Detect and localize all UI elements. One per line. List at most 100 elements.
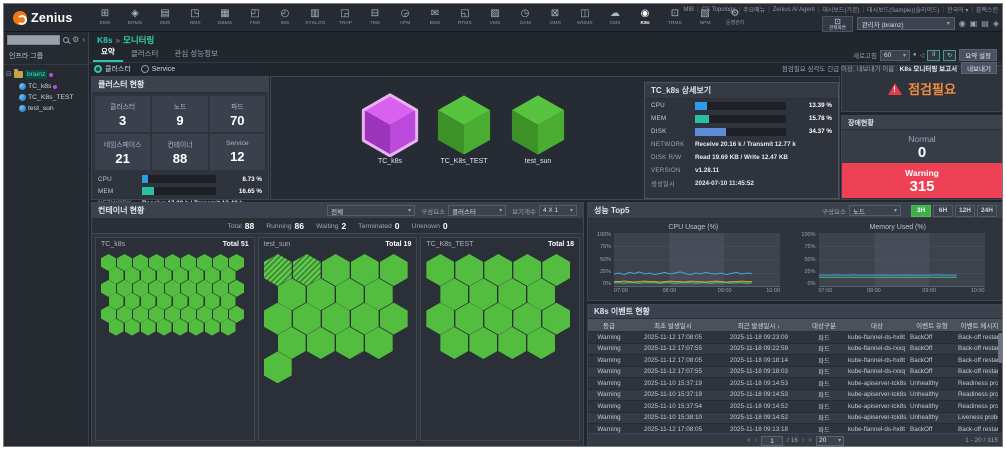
page-size-select[interactable]: 20 ▾ — [816, 436, 844, 446]
column-header-이벤트 유형[interactable]: 이벤트 유형 — [908, 320, 956, 330]
table-row[interactable]: Warning2025-11-10 15:37:192025-11-18 09:… — [588, 390, 1003, 402]
menu-item-tms[interactable]: ⊟TMS — [360, 8, 390, 27]
topbar-link[interactable]: Zenius AI Agent — [772, 7, 816, 13]
user-select[interactable]: 관리자 (brainz) ▾ — [857, 17, 955, 30]
page-input[interactable]: 1 — [761, 436, 783, 446]
container-group-test_sun: test_sunTotal 19 — [258, 237, 418, 441]
menu-item-syslog[interactable]: ▥SYSLOG — [300, 8, 330, 27]
table-row[interactable]: Warning2025-11-12 17:07:552025-11-18 09:… — [588, 344, 1003, 356]
fault-warning[interactable]: Warning 315 — [842, 163, 1002, 198]
menu-item-vms[interactable]: ▨VMS — [480, 8, 510, 27]
table-row[interactable]: Warning2025-11-12 17:08:052025-11-18 09:… — [588, 355, 1003, 367]
alarm-icon[interactable]: ◈ — [993, 19, 999, 28]
column-header-최근 발생일시[interactable]: 최근 발생일시 ↓ — [716, 320, 802, 330]
table-scrollbar[interactable] — [998, 332, 1003, 436]
topbar-link[interactable]: 대시보드(기본) — [821, 5, 860, 14]
table-row[interactable]: Warning2025-11-10 15:38:102025-11-18 09:… — [588, 413, 1003, 425]
lock-icon[interactable]: ▣ — [970, 19, 978, 28]
search-icon[interactable] — [63, 37, 69, 43]
menu-item-cms[interactable]: ☁CMS — [600, 8, 630, 27]
tree-item-test_sun[interactable]: test_sun — [6, 105, 86, 112]
next-page-icon[interactable]: › — [802, 437, 804, 444]
user-icon[interactable]: ◉ — [959, 19, 966, 28]
topbar-link[interactable]: 한국어 ▾ — [946, 5, 969, 14]
y-tick-label: 75% — [804, 245, 815, 250]
fault-normal[interactable]: Normal 0 — [842, 130, 1002, 163]
table-row[interactable]: Warning2025-11-10 15:37:542025-11-18 09:… — [588, 401, 1003, 413]
containers-view-select[interactable]: 4 X 1▾ — [539, 205, 577, 216]
export-button[interactable]: 내보내기 — [961, 62, 997, 74]
menu-item-erms[interactable]: ◈ERMS — [120, 8, 150, 27]
cluster-cube-TC_k8s[interactable]: TC_k8s — [357, 93, 423, 165]
menu-item-sms[interactable]: ▤SMS — [150, 8, 180, 27]
menu-item-bms[interactable]: ✉BMS — [420, 8, 450, 27]
collapse-icon[interactable]: ‹ — [82, 36, 85, 44]
first-page-icon[interactable]: « — [747, 437, 751, 444]
menu-item-nms[interactable]: ◳NMS — [180, 8, 210, 27]
topbar-link[interactable]: 주요메뉴 — [742, 5, 766, 14]
menu-item-dbms[interactable]: ▦DBMS — [210, 8, 240, 27]
menu-item-fms[interactable]: ◰FMS — [240, 8, 270, 27]
prev-page-icon[interactable]: ‹ — [755, 437, 757, 444]
summary-settings-button[interactable]: 요약 설정 — [959, 49, 997, 61]
containers-component-select[interactable]: 클러스터▾ — [448, 205, 506, 216]
cell-등급: Warning — [588, 391, 630, 398]
cell-이벤트 메시지: Back-off restarting failed container kub… — [956, 345, 1003, 352]
topbar-link[interactable]: 대시보드(Sample)(슬라이드) — [866, 5, 941, 14]
cell-대상: kube-flannel-ds-hx8t — [846, 334, 908, 341]
menu-item-apm[interactable]: ◶APM — [390, 8, 420, 27]
refresh-interval-select[interactable]: 60 ▾ — [880, 50, 910, 61]
control-screen-button[interactable]: ⊡ 관제화면 — [822, 16, 853, 32]
docs-icon[interactable]: ▤ — [981, 19, 989, 28]
menu-item-oam[interactable]: ◷OAM — [510, 8, 540, 27]
table-row[interactable]: Warning2025-11-10 15:37:192025-11-18 09:… — [588, 378, 1003, 390]
column-header-이벤트 메시지[interactable]: 이벤트 메시지 — [956, 320, 1003, 330]
reload-button[interactable]: ↻ — [943, 50, 956, 61]
cluster-cube-TC_K8s_TEST[interactable]: TC_K8s_TEST — [431, 93, 497, 165]
topbar-link[interactable]: CS Topology — [701, 7, 737, 13]
last-page-icon[interactable]: » — [808, 437, 812, 444]
alarm-bell-icon[interactable]: ● — [913, 52, 917, 58]
search-input[interactable] — [7, 35, 60, 45]
range-button-6H[interactable]: 6H — [933, 205, 953, 217]
top-bar: Zenius ⊞EMS◈ERMS▤SMS◳NMS▦DBMS◰FMS◴IMS▥SY… — [4, 4, 1002, 32]
menu-item-wnms[interactable]: ◫WNMS — [570, 8, 600, 27]
range-button-24H[interactable]: 24H — [977, 205, 997, 217]
tree-root[interactable]: ⊟brainz — [6, 70, 86, 79]
cluster-cube-test_sun[interactable]: test_sun — [505, 93, 571, 165]
range-button-12H[interactable]: 12H — [955, 205, 975, 217]
tab-관심 성능정보[interactable]: 관심 성능정보 — [166, 45, 225, 62]
column-header-대상구분[interactable]: 대상구분 — [802, 320, 846, 330]
menu-item-rtms[interactable]: ◱RTMS — [450, 8, 480, 27]
cell-최초 발생일시: 2025-11-10 15:37:19 — [630, 380, 716, 387]
perf-component-select[interactable]: 노드▾ — [849, 205, 901, 216]
column-header-대상[interactable]: 대상 — [846, 320, 908, 330]
menu-item-trap[interactable]: ◲TRAP — [330, 8, 360, 27]
scrollbar-thumb[interactable] — [998, 333, 1003, 363]
table-row[interactable]: Warning2025-11-12 17:07:552025-11-18 09:… — [588, 367, 1003, 379]
gear-icon[interactable]: ⚙ — [72, 36, 79, 44]
trap-icon: ◲ — [340, 8, 349, 20]
tree-item-TC_k8s[interactable]: TC_k8s — [6, 83, 86, 90]
collapse-minus-icon[interactable]: ⊟ — [6, 71, 12, 78]
radio-option-클러스터[interactable]: 클러스터 — [94, 64, 131, 74]
tab-클러스터[interactable]: 클러스터 — [123, 45, 167, 62]
prev-icon[interactable]: ◁ — [920, 52, 925, 59]
radio-option-Service[interactable]: Service — [141, 65, 175, 73]
logo[interactable]: Zenius — [4, 11, 90, 25]
pause-button[interactable]: II — [927, 50, 940, 61]
menu-item-ims[interactable]: ◴IMS — [270, 8, 300, 27]
column-header-등급[interactable]: 등급 — [588, 320, 630, 330]
menu-item-oms[interactable]: ⊠OMS — [540, 8, 570, 27]
table-row[interactable]: Warning2025-11-12 17:08:052025-11-18 09:… — [588, 332, 1003, 344]
range-button-3H[interactable]: 3H — [911, 205, 931, 217]
topbar-link[interactable]: MIB — [682, 7, 695, 13]
column-header-최초 발생일시[interactable]: 최초 발생일시 — [630, 320, 716, 330]
topbar-link[interactable]: 블랙스킨 — [975, 5, 999, 14]
menu-item-k8s[interactable]: ◉K8s — [630, 8, 660, 27]
containers-filter-select[interactable]: 전체▾ — [327, 205, 415, 216]
menu-item-ems[interactable]: ⊞EMS — [90, 8, 120, 27]
tree-item-TC_K8s_TEST[interactable]: TC_K8s_TEST — [6, 94, 86, 101]
check-required-label: 점검필요 — [908, 79, 956, 98]
tab-요약[interactable]: 요약 — [93, 43, 123, 62]
